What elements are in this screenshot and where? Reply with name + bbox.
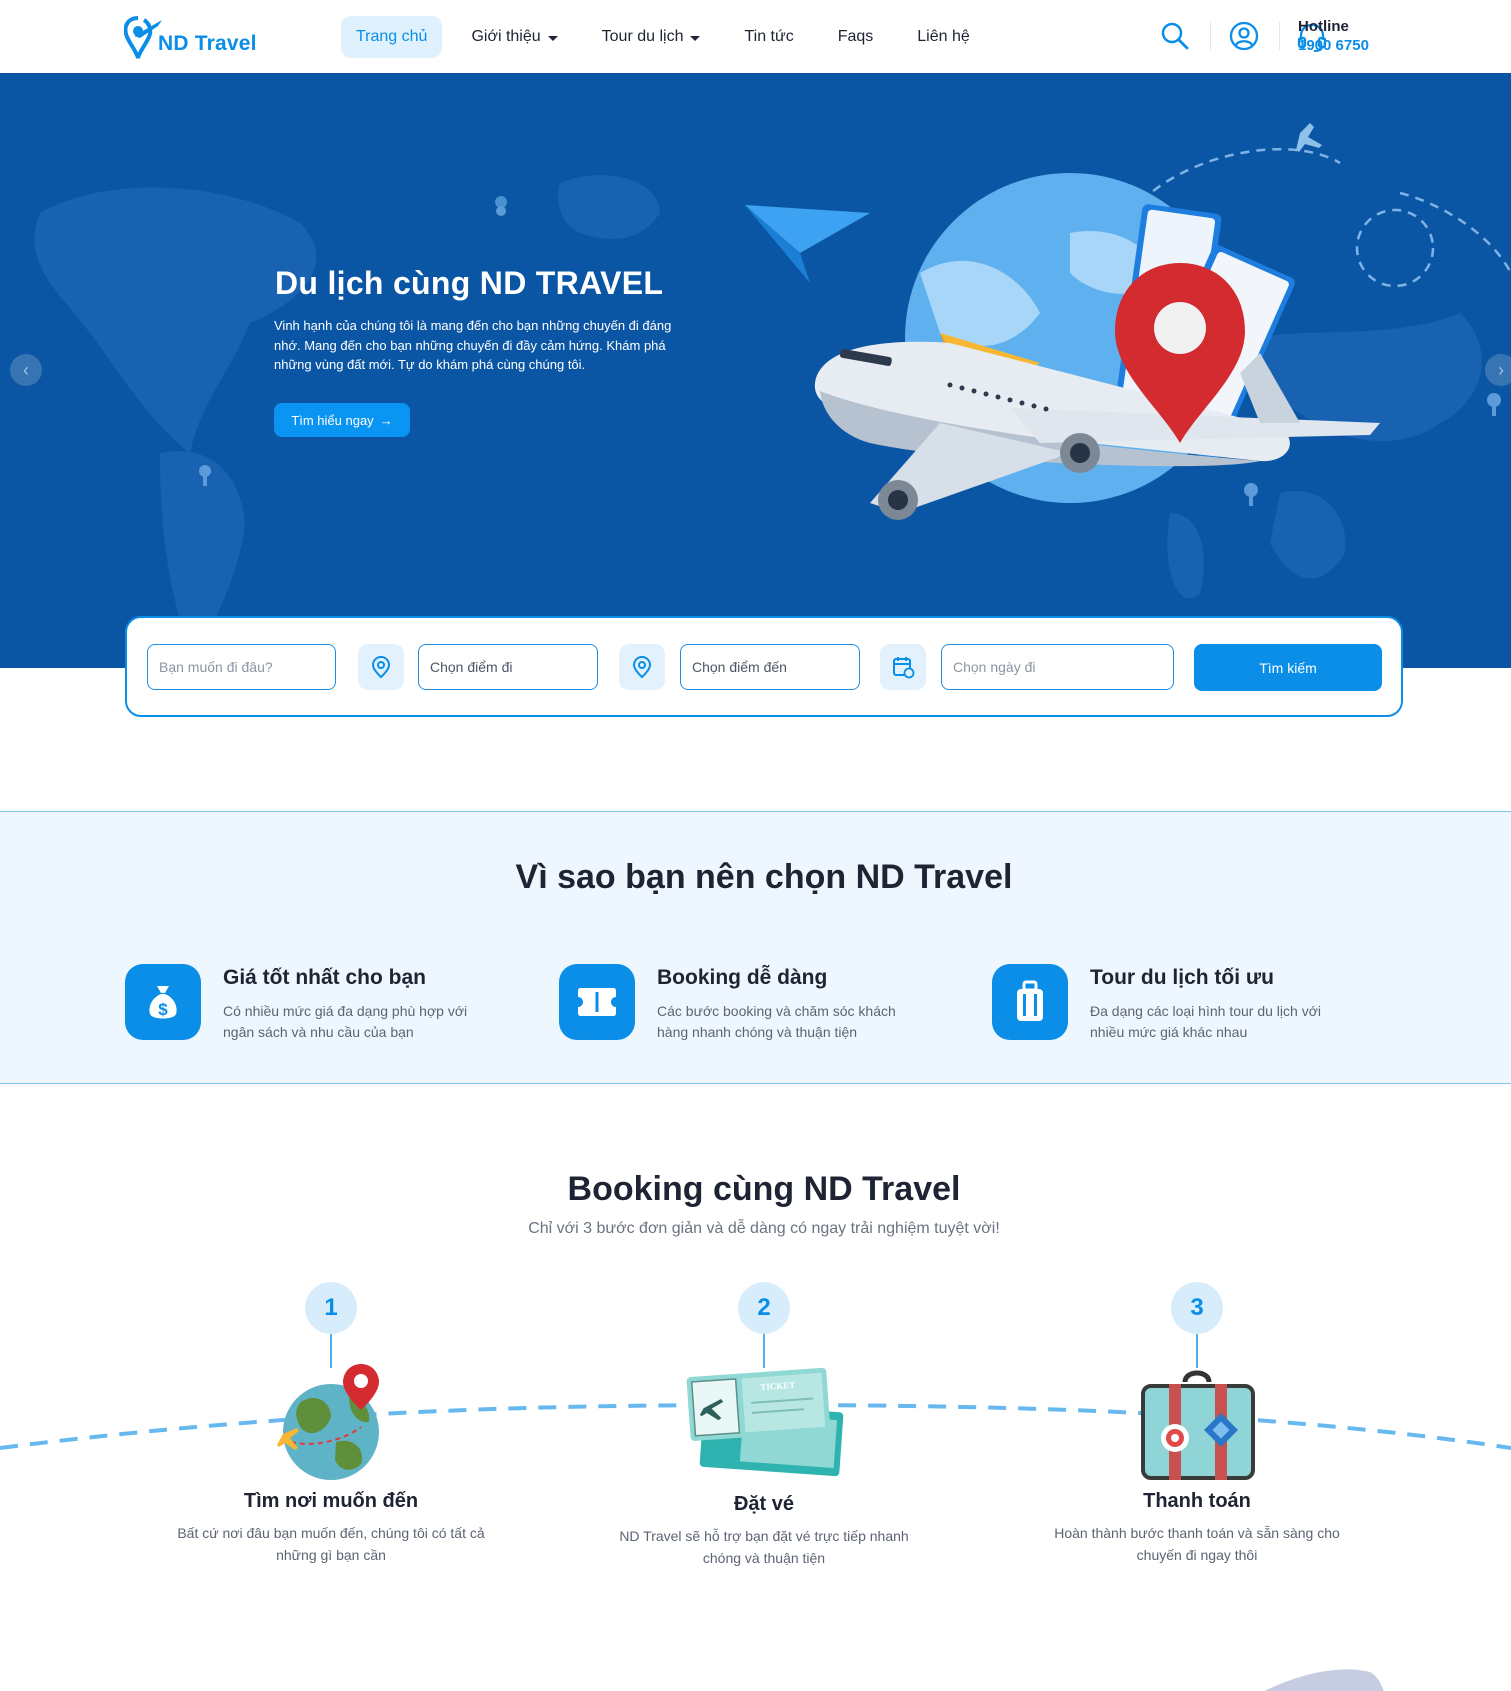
feature-title: Booking dễ dàng <box>657 966 828 989</box>
arrow-right-icon: → <box>379 412 393 428</box>
why-choose-section: Vì sao bạn nên chọn ND Travel $ Giá tốt … <box>0 811 1511 1084</box>
feature-icon-box: $ <box>125 964 201 1040</box>
tour-search-form: Bạn muốn đi đâu? Chọn điểm đi Chọn điểm … <box>125 616 1403 717</box>
search-button[interactable]: Tìm kiếm <box>1194 644 1382 691</box>
from-location-select[interactable]: Chọn điểm đi <box>418 644 598 690</box>
to-location-icon-box <box>619 644 665 690</box>
feature-item: Booking dễ dàng Các bước booking và chăm… <box>559 964 979 1044</box>
globe-pin-illustration <box>277 1364 379 1480</box>
departure-date-input[interactable]: Chọn ngày đi <box>941 644 1174 690</box>
date-icon-box <box>880 644 926 690</box>
feature-icon-box <box>992 964 1068 1040</box>
to-location-select[interactable]: Chọn điểm đến <box>680 644 860 690</box>
step-description: Hoàn thành bước thanh toán và sẵn sàng c… <box>1054 1525 1340 1563</box>
section-subtitle: Chỉ với 3 bước đơn giản và dễ dàng có ng… <box>528 1220 1000 1237</box>
hero-banner: ‹ › Du lịch cùng ND TRAVEL Vinh hạnh của… <box>0 73 1511 668</box>
header-divider <box>1210 22 1211 50</box>
step-title: Thanh toán <box>1143 1490 1251 1512</box>
hero-title: Du lịch cùng ND TRAVEL <box>275 265 664 301</box>
tickets-illustration: TICKET TICKET <box>686 1367 844 1477</box>
nav-item-about[interactable]: Giới thiệu <box>456 16 572 58</box>
caret-down-icon <box>690 35 701 41</box>
destination-keyword-input[interactable]: Bạn muốn đi đâu? <box>147 644 336 690</box>
nav-item-label: Faqs <box>837 28 874 45</box>
feature-item: Tour du lịch tối ưu Đa dạng các loại hìn… <box>992 964 1412 1044</box>
feature-description: Đa dạng các loại hình tour du lịch với n… <box>1090 1003 1321 1040</box>
learn-more-label: Tìm hiểu ngay <box>291 412 374 428</box>
header-divider <box>1279 22 1280 50</box>
step-number: 3 <box>1171 1282 1223 1334</box>
luggage-icon <box>1017 980 1043 1021</box>
slider-next-button[interactable]: › <box>1485 354 1511 386</box>
user-icon[interactable] <box>1228 20 1260 52</box>
nav-item-label: Giới thiệu <box>471 28 541 45</box>
feature-icon-box <box>559 964 635 1040</box>
section-title: Booking cùng ND Travel <box>567 1170 961 1208</box>
nav-item-contact[interactable]: Liên hệ <box>902 16 985 58</box>
step-number: 2 <box>738 1282 790 1334</box>
map-pin-icon <box>371 655 391 679</box>
hotline[interactable]: Hotline 1900 6750 <box>1298 18 1369 56</box>
hero-description: Vinh hạnh của chúng tôi là mang đến cho … <box>274 318 672 372</box>
nav-item-news[interactable]: Tin tức <box>729 16 808 58</box>
calendar-icon <box>893 657 915 679</box>
step-description: Bất cứ nơi đâu bạn muốn đến, chúng tôi c… <box>177 1525 485 1563</box>
svg-text:$: $ <box>158 1000 168 1019</box>
feature-title: Tour du lịch tối ưu <box>1090 966 1274 989</box>
from-location-icon-box <box>358 644 404 690</box>
brand-logo[interactable]: ND Travel <box>124 14 264 60</box>
nav-item-label: Tour du lịch <box>601 28 684 45</box>
feature-description: Có nhiều mức giá đa dạng phù hợp với ngâ… <box>223 1003 468 1040</box>
feature-title: Giá tốt nhất cho bạn <box>223 966 426 989</box>
chevron-right-icon: › <box>1498 359 1504 380</box>
suitcase-illustration <box>1141 1370 1255 1480</box>
search-icon[interactable] <box>1159 20 1191 52</box>
step-title: Tìm nơi muốn đến <box>243 1490 419 1512</box>
hotline-number[interactable]: 1900 6750 <box>1298 36 1369 56</box>
learn-more-button[interactable]: Tìm hiểu ngay → <box>274 403 410 437</box>
nav-item-tours[interactable]: Tour du lịch <box>587 16 716 58</box>
decorative-shape <box>1264 1669 1384 1691</box>
slider-prev-button[interactable]: ‹ <box>10 354 42 386</box>
caret-down-icon <box>547 35 558 41</box>
ticket-icon <box>578 988 616 1016</box>
nav-item-label: Liên hệ <box>917 28 970 45</box>
feature-item: $ Giá tốt nhất cho bạn Có nhiều mức giá … <box>125 964 545 1044</box>
site-header: ND Travel Trang chủ Giới thiệu Tour du l… <box>0 0 1511 73</box>
hotline-label: Hotline <box>1298 18 1349 35</box>
nav-item-home[interactable]: Trang chủ <box>341 16 443 58</box>
money-bag-icon: $ <box>149 986 177 1019</box>
section-title: Vì sao bạn nên chọn ND Travel <box>515 858 1013 896</box>
nav-item-label: Trang chủ <box>356 28 428 45</box>
step-description: ND Travel sẽ hỗ trợ bạn đặt vé trực tiếp… <box>619 1528 909 1566</box>
airplane-travel-illustration <box>745 173 1380 520</box>
feature-description: Các bước booking và chăm sóc khách hàng … <box>657 1003 896 1040</box>
step-number: 1 <box>305 1282 357 1334</box>
nav-item-label: Tin tức <box>744 28 794 45</box>
main-nav: Trang chủ Giới thiệu Tour du lịch Tin tứ… <box>341 16 999 58</box>
step-title: Đặt vé <box>733 1493 795 1515</box>
map-pin-icon <box>632 655 652 679</box>
chevron-left-icon: ‹ <box>23 359 29 380</box>
brand-name: ND Travel <box>158 32 257 55</box>
nav-item-faqs[interactable]: Faqs <box>823 16 889 58</box>
